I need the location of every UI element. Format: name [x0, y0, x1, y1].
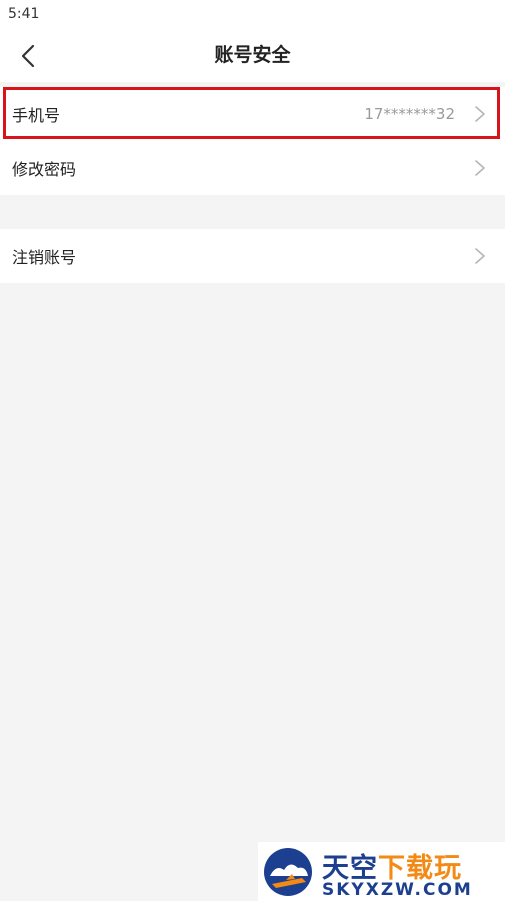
chevron-right-icon: [475, 160, 485, 176]
status-time: 5:41: [8, 6, 40, 22]
deactivate-account-label: 注销账号: [12, 248, 77, 267]
change-password-label: 修改密码: [12, 160, 77, 179]
chevron-right-icon: [475, 248, 485, 264]
status-bar: 5:41: [0, 0, 505, 30]
highlight-box: [3, 87, 500, 139]
deactivate-account-row[interactable]: 注销账号: [0, 229, 505, 283]
watermark-logo-icon: [264, 848, 312, 896]
page-title: 账号安全: [214, 44, 291, 66]
watermark-url: SKYXZW.COM: [322, 880, 473, 900]
nav-bar: 账号安全: [0, 30, 505, 82]
change-password-row[interactable]: 修改密码: [0, 141, 505, 195]
watermark: 天空下载玩 SKYXZW.COM: [258, 842, 505, 901]
settings-group-danger: 注销账号: [0, 229, 505, 283]
